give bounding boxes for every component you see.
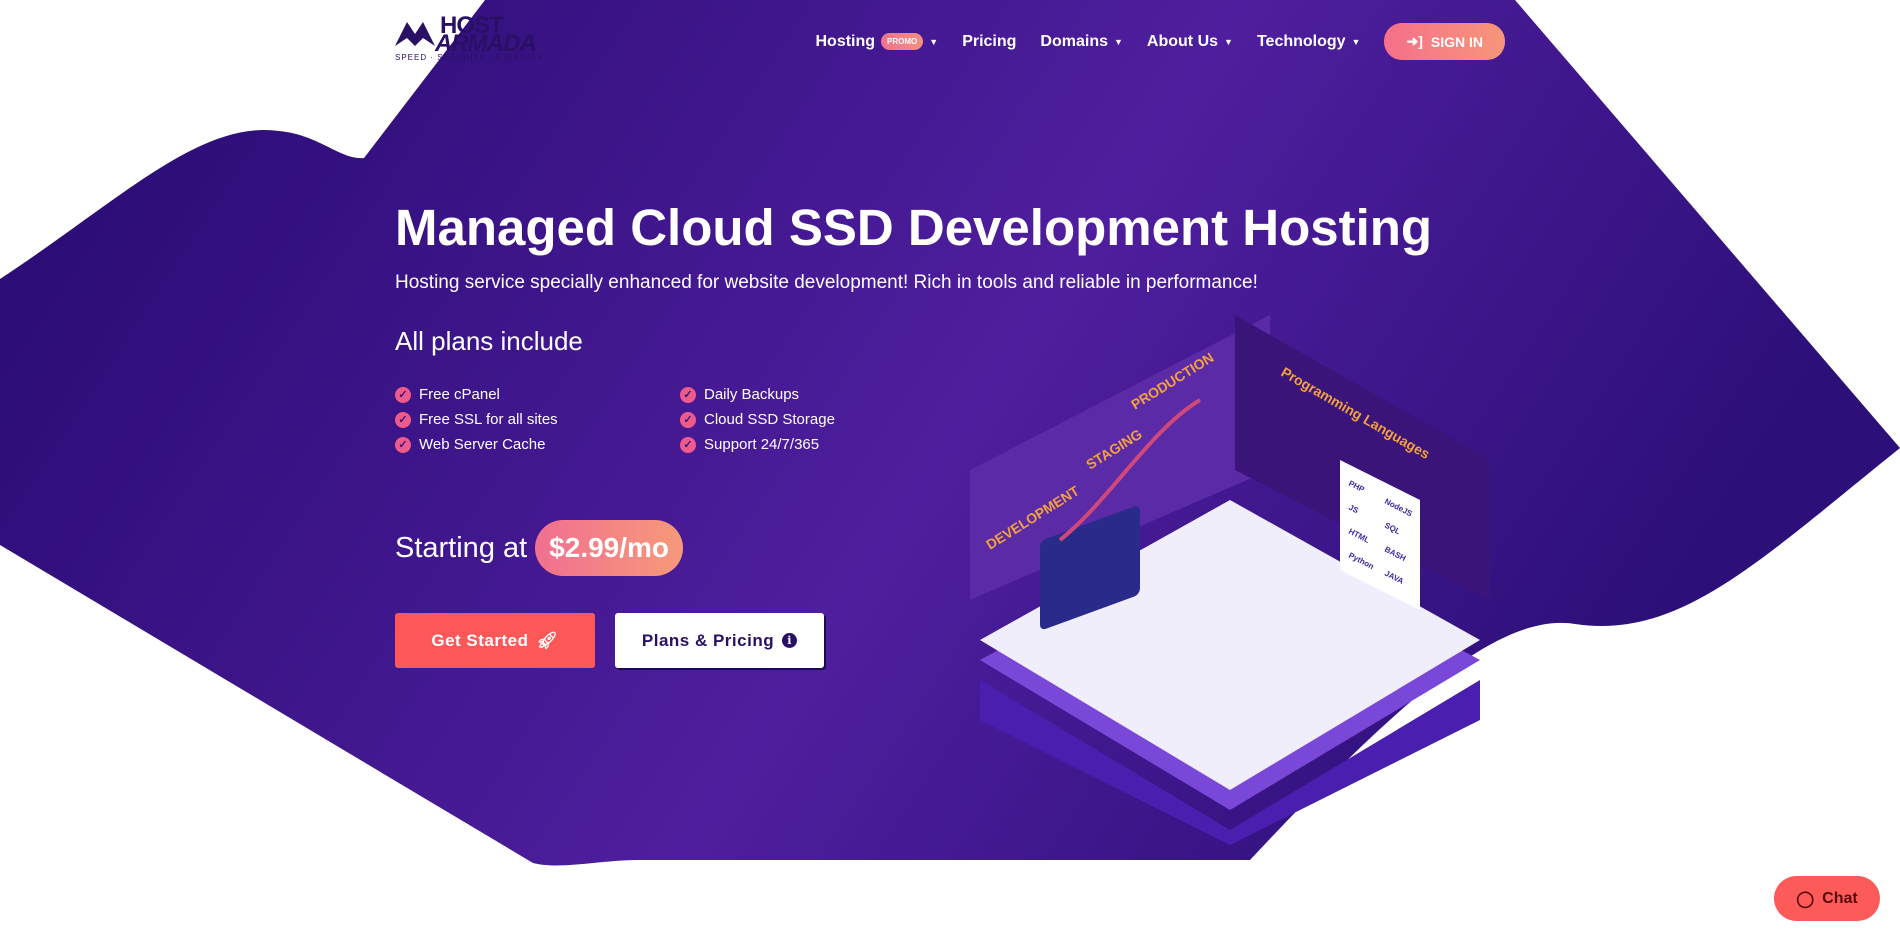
nav-domains[interactable]: Domains ▼: [1040, 33, 1123, 51]
hero-subtitle: Hosting service specially enhanced for w…: [395, 272, 1258, 293]
sign-in-button[interactable]: ➜] SIGN IN: [1384, 23, 1505, 60]
nav-about-us[interactable]: About Us ▼: [1147, 33, 1233, 51]
nav-hosting[interactable]: Hosting PROMO ▼: [815, 33, 938, 51]
caret-down-icon: ▼: [1224, 36, 1233, 47]
feature-label: Free SSL for all sites: [419, 411, 558, 428]
nav-label: Pricing: [962, 32, 1017, 50]
check-icon: ✓: [680, 436, 696, 453]
check-icon: ✓: [680, 386, 696, 403]
nav-label: Domains: [1040, 32, 1108, 50]
starting-at-label: Starting at: [395, 531, 528, 564]
feature-item: ✓ Free SSL for all sites: [395, 411, 558, 428]
get-started-button[interactable]: Get Started 🚀︎: [395, 613, 595, 668]
info-icon: i: [782, 633, 798, 648]
page-title: Managed Cloud SSD Development Hosting: [395, 199, 1433, 256]
feature-item: ✓ Daily Backups: [680, 386, 799, 403]
logo-tagline: SPEED · SECURITY · STABILITY: [395, 53, 545, 62]
check-icon: ✓: [395, 386, 411, 403]
nav-label: About Us: [1146, 32, 1219, 50]
nav-technology[interactable]: Technology ▼: [1257, 33, 1361, 51]
feature-item: ✓ Free cPanel: [395, 386, 500, 403]
nav-pricing[interactable]: Pricing: [962, 33, 1016, 51]
chat-label: Chat: [1822, 889, 1858, 907]
chat-bubble-icon: ◯: [1796, 890, 1815, 908]
chat-button[interactable]: ◯ Chat: [1774, 876, 1880, 921]
caret-down-icon: ▼: [929, 36, 939, 47]
check-icon: ✓: [395, 411, 411, 428]
feature-item: ✓ Support 24/7/365: [680, 436, 819, 453]
button-label: Plans & Pricing: [641, 630, 775, 650]
plans-pricing-button[interactable]: Plans & Pricing i: [615, 613, 824, 668]
nav-label: Hosting: [815, 32, 876, 50]
logo[interactable]: HOST ARMADA SPEED · SECURITY · STABILITY: [395, 12, 555, 62]
rocket-icon: 🚀︎: [536, 630, 559, 650]
feature-label: Cloud SSD Storage: [704, 411, 835, 428]
check-icon: ✓: [680, 411, 696, 428]
feature-label: Daily Backups: [704, 386, 800, 403]
feature-label: Web Server Cache: [419, 436, 546, 453]
price-badge: $2.99/mo: [535, 520, 684, 576]
caret-down-icon: ▼: [1114, 36, 1123, 47]
button-label: Get Started: [431, 630, 529, 650]
feature-label: Support 24/7/365: [704, 436, 820, 453]
sign-in-label: SIGN IN: [1430, 33, 1483, 50]
promo-badge: PROMO: [881, 33, 924, 50]
plans-heading: All plans include: [395, 326, 583, 356]
caret-down-icon: ▼: [1351, 36, 1361, 47]
logo-mark-icon: [395, 22, 435, 46]
feature-item: ✓ Cloud SSD Storage: [680, 411, 835, 428]
sign-in-icon: ➜]: [1406, 33, 1423, 49]
feature-label: Free cPanel: [419, 386, 500, 403]
starting-price: Starting at $2.99/mo: [395, 520, 684, 576]
main-nav: Hosting PROMO ▼ Pricing Domains ▼ About Us ▼…: [815, 23, 1505, 60]
nav-label: Technology: [1256, 32, 1346, 50]
hero-background: [0, 0, 1900, 866]
check-icon: ✓: [395, 436, 411, 453]
feature-item: ✓ Web Server Cache: [395, 436, 545, 453]
development-hosting-illustration: DEVELOPMENT STAGING PRODUCTION Programmi…: [970, 315, 1490, 845]
